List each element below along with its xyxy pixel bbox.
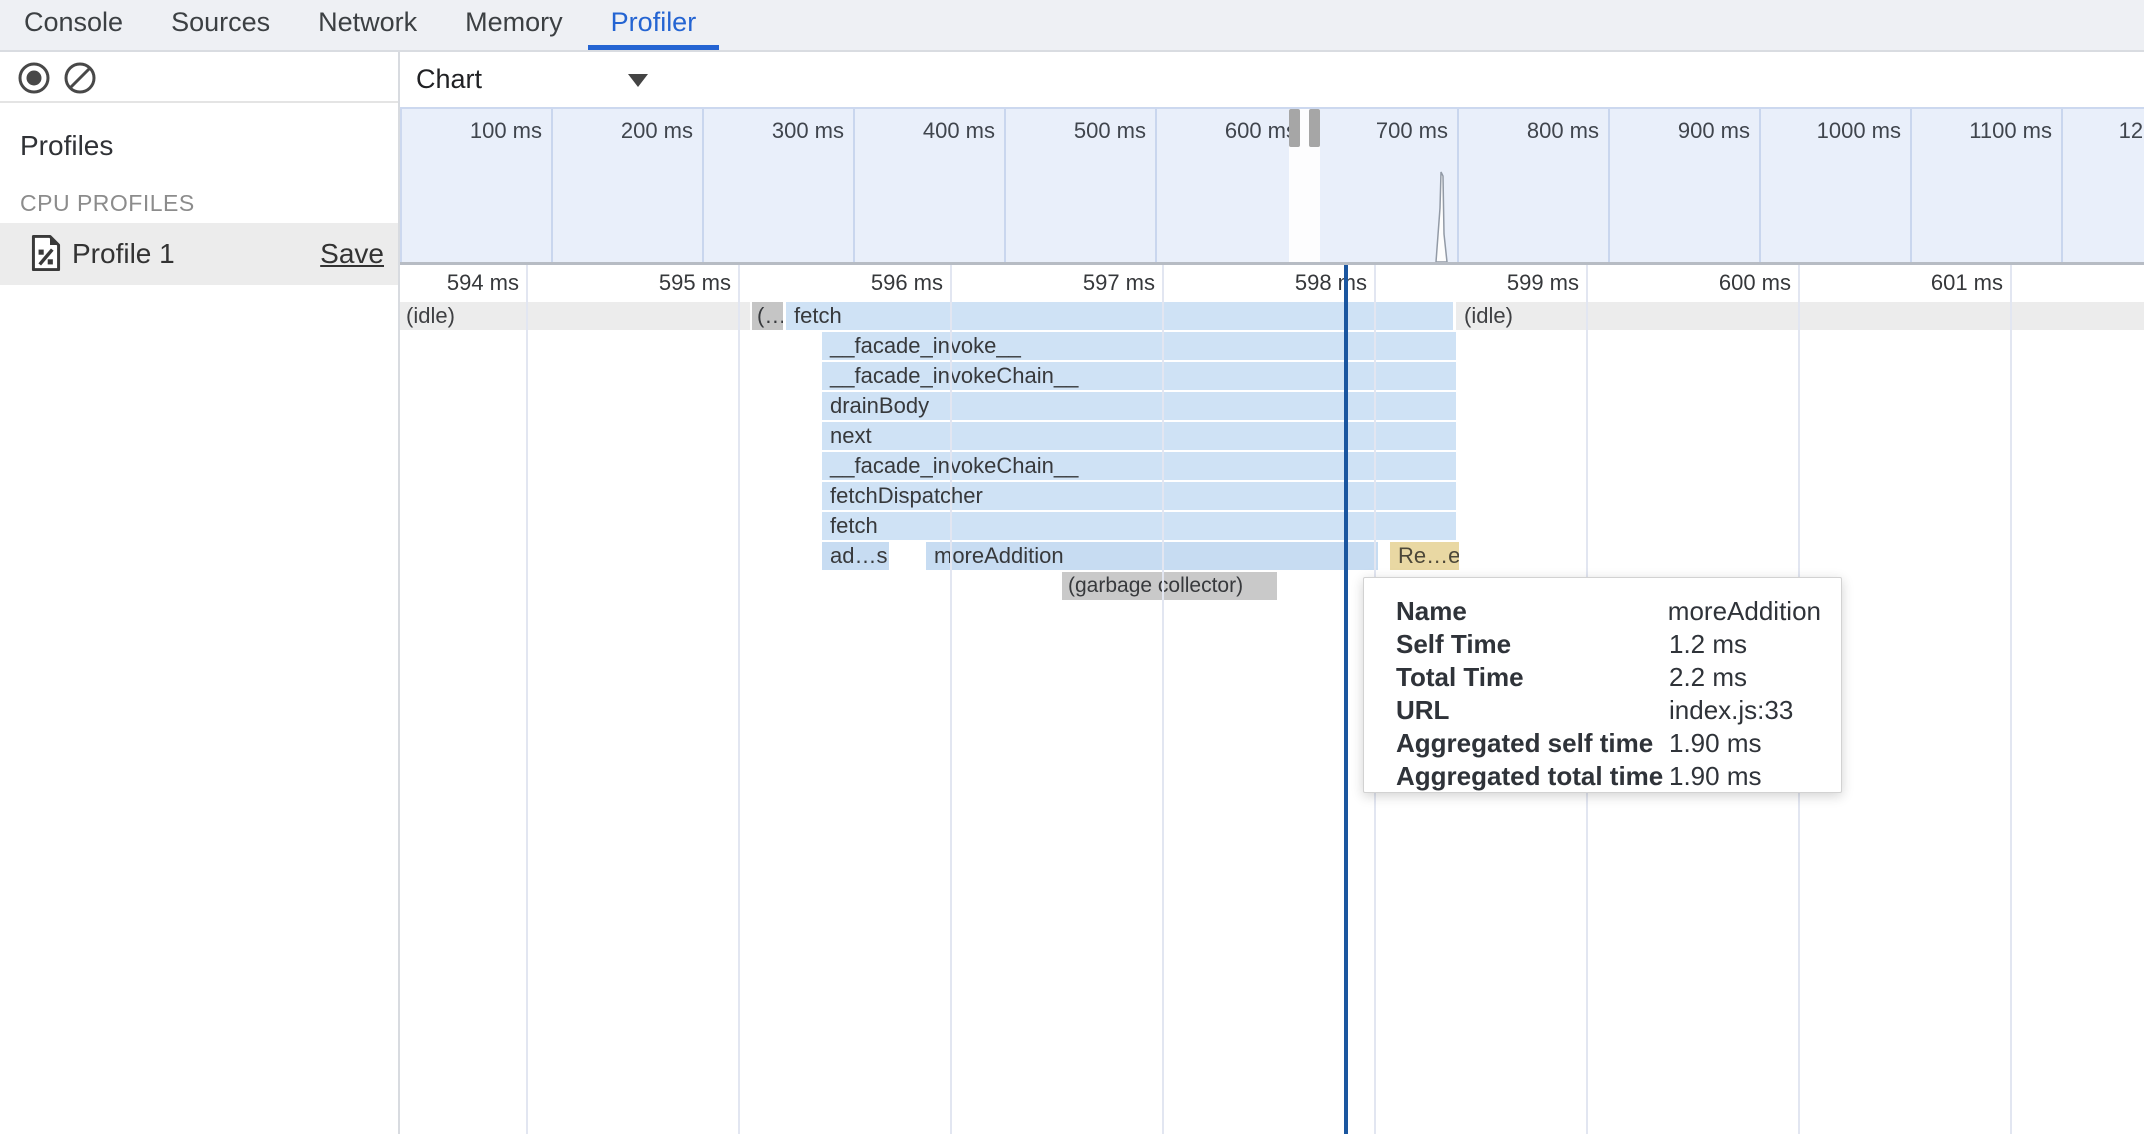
frame-bar-drainbody[interactable]: drainBody bbox=[822, 392, 1456, 420]
tooltip-label: Total Time bbox=[1396, 661, 1669, 694]
frame-bar-facadeinvokechain[interactable]: __facade_invokeChain__ bbox=[822, 452, 1456, 480]
time-gridline bbox=[738, 265, 740, 1134]
overview-tick-label: 600 ms bbox=[1225, 118, 1297, 144]
flame-chart[interactable]: 594 ms 595 ms 596 ms 597 ms 598 ms 599 ms 600 … bbox=[400, 265, 2144, 1134]
selection-handle-left[interactable] bbox=[1289, 109, 1300, 147]
time-gridline bbox=[526, 265, 528, 1134]
tooltip-value: 1.90 ms bbox=[1669, 760, 1821, 793]
overview-divider bbox=[1910, 109, 1912, 264]
tooltip-label: Self Time bbox=[1396, 628, 1669, 661]
chevron-down-icon bbox=[628, 74, 648, 87]
tooltip-value: index.js:33 bbox=[1669, 694, 1821, 727]
profile-document-icon bbox=[30, 233, 62, 278]
tooltip-value: 1.90 ms bbox=[1669, 727, 1821, 760]
tab-console[interactable]: Console bbox=[1, 0, 146, 50]
view-mode-select[interactable]: Chart bbox=[416, 52, 482, 107]
save-profile-link[interactable]: Save bbox=[320, 238, 384, 270]
ruler-tick-label: 601 ms bbox=[1931, 265, 2003, 301]
tab-bar: ConsoleSourcesNetworkMemoryProfiler bbox=[0, 0, 2144, 52]
overview-divider bbox=[853, 109, 855, 264]
overview-divider bbox=[2061, 109, 2063, 264]
overview-tick-label: 900 ms bbox=[1678, 118, 1750, 144]
overview-selection[interactable] bbox=[1289, 109, 1320, 264]
overview-timeline[interactable]: 100 ms 200 ms 300 ms 400 ms 500 ms 600 ms 700 … bbox=[400, 107, 2144, 262]
overview-divider bbox=[1759, 109, 1761, 264]
frame-bar-ree[interactable]: Re…e bbox=[1390, 542, 1459, 570]
sidebar: Profiles CPU PROFILES Profile 1 Save bbox=[0, 52, 400, 1134]
ruler-tick-label: 595 ms bbox=[659, 265, 731, 301]
ruler-tick-label: 594 ms bbox=[447, 265, 519, 301]
overview-tick-label: 800 ms bbox=[1527, 118, 1599, 144]
ruler-tick-label: 600 ms bbox=[1719, 265, 1791, 301]
profiles-title: Profiles bbox=[20, 130, 113, 162]
tooltip-row: URLindex.js:33 bbox=[1396, 694, 1821, 727]
tooltip-label: Aggregated total time bbox=[1396, 760, 1669, 793]
tooltip-row: NamemoreAddition bbox=[1396, 595, 1821, 628]
clear-profiles-button[interactable] bbox=[62, 60, 98, 96]
overview-tick-label: 100 ms bbox=[470, 118, 542, 144]
time-gridline bbox=[2010, 265, 2012, 1134]
overview-divider bbox=[1155, 109, 1157, 264]
overview-tick-label: 500 ms bbox=[1074, 118, 1146, 144]
record-icon bbox=[16, 83, 52, 100]
record-profile-button[interactable] bbox=[16, 60, 52, 96]
cpu-profiles-section-header: CPU PROFILES bbox=[20, 190, 195, 217]
time-gridline bbox=[1162, 265, 1164, 1134]
frame-bar-fetch[interactable]: fetch bbox=[786, 302, 1453, 330]
tooltip-value: 1.2 ms bbox=[1669, 628, 1821, 661]
profile-list-item[interactable]: Profile 1 Save bbox=[0, 223, 398, 285]
overview-divider bbox=[702, 109, 704, 264]
time-gridline bbox=[950, 265, 952, 1134]
ruler-tick-label: 599 ms bbox=[1507, 265, 1579, 301]
ruler-tick-label: 597 ms bbox=[1083, 265, 1155, 301]
tooltip-value: moreAddition bbox=[1668, 595, 1821, 628]
tooltip-row: Aggregated total time1.90 ms bbox=[1396, 760, 1821, 793]
profile-name: Profile 1 bbox=[72, 238, 175, 270]
profiler-panel: ConsoleSourcesNetworkMemoryProfiler bbox=[0, 0, 2144, 1134]
overview-tick-label: 300 ms bbox=[772, 118, 844, 144]
tooltip-row: Self Time1.2 ms bbox=[1396, 628, 1821, 661]
overview-tick-label: 400 ms bbox=[923, 118, 995, 144]
tooltip-label: Name bbox=[1396, 595, 1668, 628]
frame-bar-ads[interactable]: ad…s bbox=[822, 542, 889, 570]
sidebar-toolbar bbox=[0, 52, 398, 103]
frame-bar-moreaddition[interactable]: moreAddition bbox=[926, 542, 1378, 570]
tab-memory[interactable]: Memory bbox=[442, 0, 586, 50]
frame-bar-fetch[interactable]: fetch bbox=[822, 512, 1456, 540]
overview-divider bbox=[1608, 109, 1610, 264]
frame-bar-next[interactable]: next bbox=[822, 422, 1456, 450]
frame-bar-fetchdispatcher[interactable]: fetchDispatcher bbox=[822, 482, 1456, 510]
idle-bar: (idle) bbox=[1456, 302, 2144, 330]
selection-handle-right[interactable] bbox=[1309, 109, 1320, 147]
overview-divider bbox=[1004, 109, 1006, 264]
ruler-tick-label: 596 ms bbox=[871, 265, 943, 301]
tooltip-label: Aggregated self time bbox=[1396, 727, 1669, 760]
tooltip-row: Total Time2.2 ms bbox=[1396, 661, 1821, 694]
overview-tick-label: 1200 ms bbox=[2119, 118, 2144, 144]
idle-bar: (idle) bbox=[400, 302, 750, 330]
frame-bar-[interactable]: (… bbox=[752, 302, 783, 330]
tab-network[interactable]: Network bbox=[295, 0, 440, 50]
overview-tick-label: 1000 ms bbox=[1817, 118, 1901, 144]
overview-tick-label: 200 ms bbox=[621, 118, 693, 144]
frame-bar-facadeinvoke[interactable]: __facade_invoke__ bbox=[822, 332, 1456, 360]
frame-bar-facadeinvokechain[interactable]: __facade_invokeChain__ bbox=[822, 362, 1456, 390]
overview-tick-label: 1100 ms bbox=[1969, 118, 2052, 144]
ruler-tick-label: 598 ms bbox=[1295, 265, 1367, 301]
tooltip-label: URL bbox=[1396, 694, 1669, 727]
tooltip-row: Aggregated self time1.90 ms bbox=[1396, 727, 1821, 760]
view-mode-value: Chart bbox=[416, 64, 482, 95]
garbage-collector-bar[interactable]: (garbage collector) bbox=[1062, 572, 1277, 600]
overview-divider bbox=[1457, 109, 1459, 264]
overview-divider bbox=[551, 109, 553, 264]
clear-icon bbox=[62, 83, 98, 100]
overview-tick-label: 700 ms bbox=[1376, 118, 1448, 144]
tooltip-value: 2.2 ms bbox=[1669, 661, 1821, 694]
chart-toolbar: Chart bbox=[400, 52, 2144, 107]
tab-sources[interactable]: Sources bbox=[148, 0, 293, 50]
tab-profiler[interactable]: Profiler bbox=[588, 0, 720, 50]
current-time-marker bbox=[1344, 265, 1348, 1134]
frame-tooltip: NamemoreAdditionSelf Time1.2 msTotal Tim… bbox=[1363, 577, 1842, 793]
